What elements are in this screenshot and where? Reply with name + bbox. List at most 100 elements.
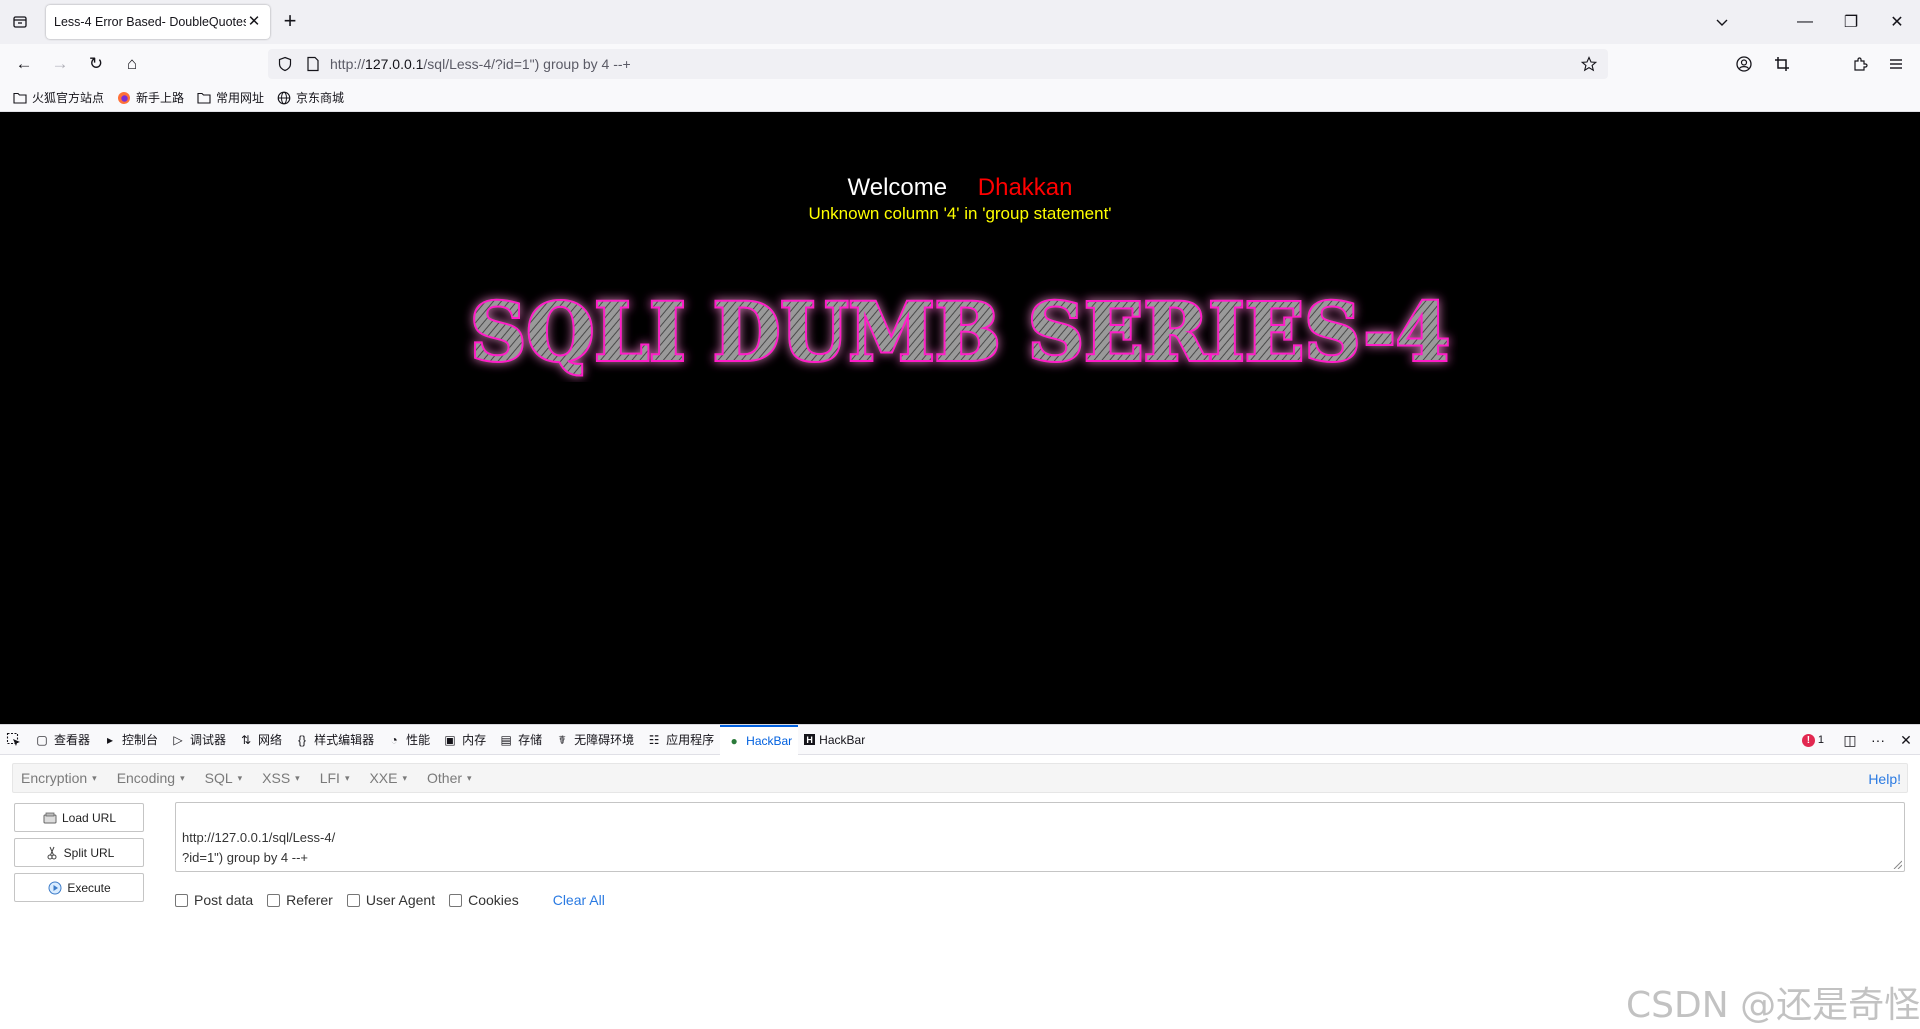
devtools-tab-label: 控制台 bbox=[122, 733, 159, 747]
clear-all-link[interactable]: Clear All bbox=[553, 892, 605, 908]
referer-option[interactable]: Referer bbox=[267, 892, 333, 908]
active-tab[interactable]: Less-4 Error Based- DoubleQuotes ✕ bbox=[46, 5, 270, 39]
tab-close-icon[interactable]: ✕ bbox=[246, 14, 262, 30]
extensions-icon[interactable] bbox=[1846, 50, 1874, 78]
application-icon: ☷ bbox=[648, 732, 660, 747]
caret-down-icon: ▾ bbox=[295, 772, 300, 783]
console-icon: ▸ bbox=[107, 732, 114, 747]
reload-icon[interactable]: ↻ bbox=[82, 50, 110, 78]
hackbar-options: Post data Referer User Agent Cookies Cle… bbox=[175, 889, 605, 911]
devtools-toolbar: ▢ 查看器 ▸ 控制台 ▷ 调试器 ⇅ 网络 {} 样式编辑器 ◔ 性能 ▣ 内存 ▤ 存储 ☤… bbox=[0, 724, 1920, 755]
caret-down-icon: ▾ bbox=[344, 772, 350, 783]
menu-icon[interactable] bbox=[1882, 50, 1910, 78]
devtools-tab-label: 无障碍环境 bbox=[574, 733, 635, 747]
devtools-tab-label: 调试器 bbox=[190, 733, 227, 747]
performance-icon: ◔ bbox=[390, 732, 398, 747]
folder-icon bbox=[196, 90, 212, 106]
menu-encryption[interactable]: Encryption ▾ bbox=[21, 770, 97, 786]
memory-icon: ▣ bbox=[444, 732, 456, 747]
caret-down-icon: ▾ bbox=[237, 772, 243, 783]
page-icon[interactable] bbox=[302, 53, 324, 75]
hackbar-green-icon: ● bbox=[730, 733, 738, 748]
restore-icon[interactable]: ❐ bbox=[1828, 0, 1874, 44]
menu-sql[interactable]: SQL ▾ bbox=[205, 770, 243, 786]
account-icon[interactable] bbox=[1730, 50, 1758, 78]
devtools-tab-performance[interactable]: ◔ 性能 bbox=[380, 725, 436, 755]
back-icon[interactable]: ← bbox=[10, 50, 38, 78]
devtools-tab-storage[interactable]: ▤ 存储 bbox=[492, 725, 548, 755]
devtools-close-icon[interactable]: ✕ bbox=[1892, 725, 1920, 755]
menu-encoding[interactable]: Encoding ▾ bbox=[117, 770, 185, 786]
home-icon[interactable]: ⌂ bbox=[118, 50, 146, 78]
user-agent-option[interactable]: User Agent bbox=[346, 892, 435, 908]
devtools-tab-label: 样式编辑器 bbox=[314, 733, 375, 747]
new-tab-icon[interactable]: + bbox=[278, 10, 302, 34]
firefox-icon bbox=[116, 90, 132, 106]
page-content: Welcome Dhakkan Unknown column '4' in 'g… bbox=[0, 112, 1920, 724]
menu-xss[interactable]: XSS ▾ bbox=[262, 770, 300, 786]
banner-text: SQLI DUMB SERIES-4 bbox=[470, 285, 1450, 379]
user-agent-checkbox[interactable] bbox=[346, 893, 360, 907]
csdn-watermark: CSDN @还是奇怪 bbox=[1626, 985, 1920, 1026]
forward-icon[interactable]: → bbox=[46, 50, 74, 78]
bookmark-label: 京东商城 bbox=[296, 91, 345, 105]
execute-button[interactable]: Execute bbox=[14, 873, 144, 902]
bookmark-star-icon[interactable] bbox=[1578, 53, 1600, 75]
inspector-icon: ▢ bbox=[36, 732, 48, 747]
window-close-icon[interactable]: ✕ bbox=[1874, 0, 1920, 44]
url-bar[interactable]: http://127.0.0.1/sql/Less-4/?id=1") grou… bbox=[268, 49, 1608, 79]
devtools-tab-console[interactable]: ▸ 控制台 bbox=[96, 725, 164, 755]
load-url-button[interactable]: Load URL bbox=[14, 803, 144, 832]
menu-lfi[interactable]: LFI ▾ bbox=[320, 770, 350, 786]
error-counter[interactable]: ! 1 bbox=[1801, 733, 1824, 747]
devtools-tab-hackbar[interactable]: H HackBar bbox=[798, 725, 871, 755]
referer-checkbox[interactable] bbox=[267, 893, 281, 907]
devtools-tab-inspector[interactable]: ▢ 查看器 bbox=[28, 725, 96, 755]
bookmark-item[interactable]: 常用网址 bbox=[196, 89, 264, 106]
post-data-option[interactable]: Post data bbox=[175, 892, 253, 908]
url-textarea-value: http://127.0.0.1/sql/Less-4/ ?id=1") gro… bbox=[182, 830, 336, 865]
devtools-tab-memory[interactable]: ▣ 内存 bbox=[436, 725, 492, 755]
split-url-button[interactable]: Split URL bbox=[14, 838, 144, 867]
bookmark-item[interactable]: 火狐官方站点 bbox=[12, 89, 104, 106]
option-label: Post data bbox=[194, 892, 254, 908]
tab-title: Less-4 Error Based- DoubleQuotes bbox=[54, 15, 246, 29]
globe-icon bbox=[276, 90, 292, 106]
hackbar-url-textarea[interactable]: http://127.0.0.1/sql/Less-4/ ?id=1") gro… bbox=[175, 802, 1905, 872]
dock-icon[interactable]: ◫ bbox=[1836, 725, 1864, 755]
sql-error-message: Unknown column '4' in 'group statement' bbox=[808, 204, 1112, 223]
menu-other[interactable]: Other ▾ bbox=[427, 770, 472, 786]
element-picker-icon[interactable] bbox=[0, 725, 28, 755]
storage-icon: ▤ bbox=[500, 732, 512, 747]
shield-icon[interactable] bbox=[274, 53, 296, 75]
bookmark-item[interactable]: 京东商城 bbox=[276, 89, 344, 106]
tab-list-icon[interactable] bbox=[8, 10, 32, 34]
more-options-icon[interactable]: ··· bbox=[1864, 725, 1892, 755]
hackbar-h-icon: H bbox=[804, 734, 816, 745]
devtools-tab-debugger[interactable]: ▷ 调试器 bbox=[164, 725, 232, 755]
help-link[interactable]: Help! bbox=[1868, 771, 1901, 787]
url-scheme: http:// bbox=[330, 56, 366, 72]
devtools-tab-network[interactable]: ⇅ 网络 bbox=[232, 725, 288, 755]
url-path: /sql/Less-4/?id=1") group by 4 --+ bbox=[423, 56, 631, 72]
error-count: 1 bbox=[1817, 734, 1824, 746]
username-text: Dhakkan bbox=[977, 174, 1073, 201]
devtools-tab-accessibility[interactable]: ☤ 无障碍环境 bbox=[548, 725, 640, 755]
url-text[interactable]: http://127.0.0.1/sql/Less-4/?id=1") grou… bbox=[330, 56, 631, 72]
bookmark-item[interactable]: 新手上路 bbox=[116, 89, 184, 106]
button-label: Load URL bbox=[61, 810, 117, 825]
chevron-down-icon[interactable] bbox=[1710, 10, 1734, 34]
devtools-tab-hackbar-active[interactable]: ● HackBar bbox=[720, 724, 799, 755]
cookies-option[interactable]: Cookies bbox=[449, 892, 519, 908]
devtools-tab-label: 应用程序 bbox=[666, 733, 715, 747]
minimize-icon[interactable]: — bbox=[1782, 0, 1828, 44]
crop-icon[interactable] bbox=[1768, 50, 1796, 78]
resize-grip-icon[interactable] bbox=[1892, 859, 1902, 869]
devtools-tab-label: 查看器 bbox=[54, 733, 91, 747]
network-icon: ⇅ bbox=[241, 732, 252, 747]
devtools-tab-application[interactable]: ☷ 应用程序 bbox=[640, 725, 720, 755]
devtools-tab-style-editor[interactable]: {} 样式编辑器 bbox=[288, 725, 380, 755]
post-data-checkbox[interactable] bbox=[175, 893, 188, 907]
cookies-checkbox[interactable] bbox=[449, 893, 463, 907]
menu-xxe[interactable]: XXE ▾ bbox=[369, 770, 407, 786]
